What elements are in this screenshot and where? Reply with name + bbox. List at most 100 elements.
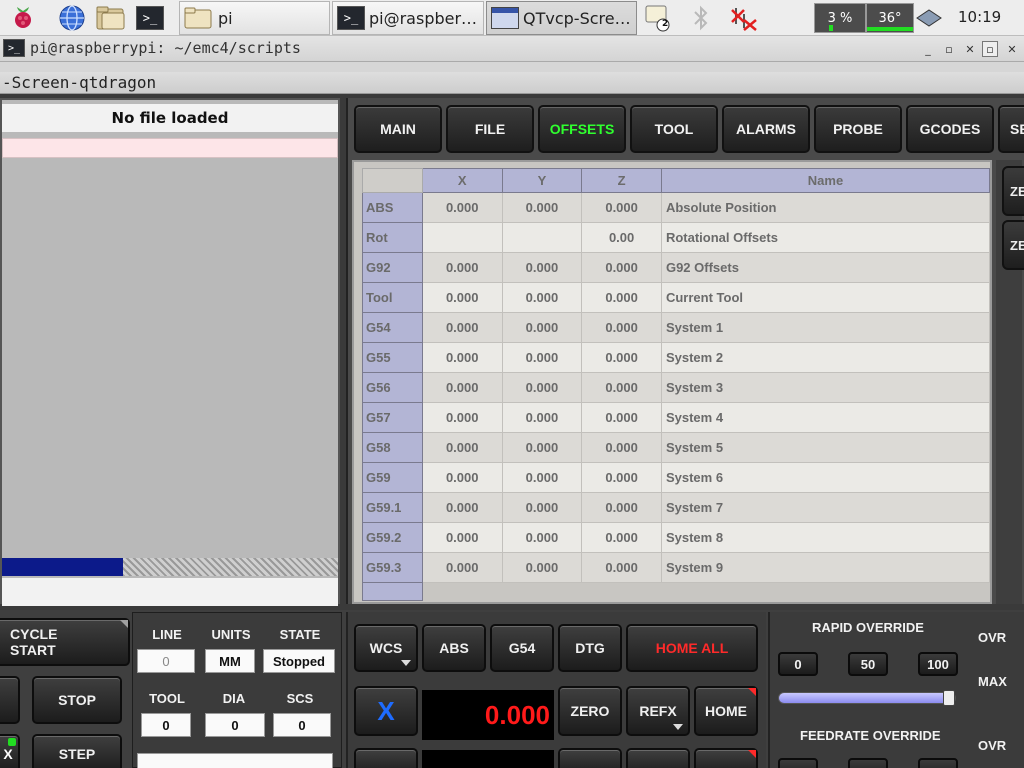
dtg-button[interactable]: DTG	[558, 624, 622, 672]
step-button[interactable]: STEP	[32, 734, 122, 768]
feed-0-button[interactable]	[778, 758, 818, 768]
cell-y[interactable]: 0.000	[502, 342, 583, 373]
browser-globe-icon[interactable]	[57, 3, 87, 33]
home-button[interactable]: HOME	[694, 686, 758, 736]
cell-z[interactable]: 0.000	[581, 372, 662, 403]
tab-offsets[interactable]: OFFSETS	[538, 105, 626, 153]
home-all-button[interactable]: HOME ALL	[626, 624, 758, 672]
tab-se[interactable]: SE	[998, 105, 1024, 153]
cell-x[interactable]: 0.000	[422, 282, 503, 313]
column-header-y[interactable]: Y	[501, 168, 583, 193]
column-header-name[interactable]: Name	[660, 168, 991, 193]
x-partial-button[interactable]: X	[0, 734, 20, 768]
offsets-table[interactable]: X Y Z Name ABS 0.000 0.000 0.000 Absolute Positi…	[362, 168, 991, 601]
close-window-icon[interactable]: ✕	[1004, 41, 1020, 57]
axis-x-button[interactable]: X	[354, 686, 418, 736]
table-row[interactable]: G59.2 0.000 0.000 0.000 System 8	[362, 522, 991, 553]
cell-z[interactable]: 0.000	[581, 522, 662, 553]
cell-y[interactable]: 0.000	[502, 282, 583, 313]
cell-y[interactable]	[502, 222, 583, 253]
zero-button[interactable]: ZERO	[558, 686, 622, 736]
network-disconnected-icon[interactable]	[729, 3, 759, 33]
table-row[interactable]: Rot 0.00 Rotational Offsets	[362, 222, 991, 253]
table-row[interactable]: G56 0.000 0.000 0.000 System 3	[362, 372, 991, 403]
cell-x[interactable]: 0.000	[422, 552, 503, 583]
rapid-100-button[interactable]: 100	[918, 652, 958, 676]
cell-z[interactable]: 0.000	[581, 402, 662, 433]
cell-x[interactable]	[422, 222, 503, 253]
rapid-slider-handle[interactable]	[943, 690, 955, 706]
left-partial-button[interactable]	[0, 676, 20, 724]
tab-probe[interactable]: PROBE	[814, 105, 902, 153]
g54-button[interactable]: G54	[490, 624, 554, 672]
cell-x[interactable]: 0.000	[422, 252, 503, 283]
refy-button[interactable]	[626, 748, 690, 768]
rapid-override-slider[interactable]	[778, 690, 956, 706]
cell-y[interactable]: 0.000	[502, 372, 583, 403]
stop-button[interactable]: STOP	[32, 676, 122, 724]
bluetooth-icon[interactable]	[686, 3, 716, 33]
cell-z[interactable]: 0.000	[581, 552, 662, 583]
zero-side-button-2[interactable]: ZE	[1002, 220, 1024, 270]
rapid-50-button[interactable]: 50	[848, 652, 888, 676]
cell-x[interactable]: 0.000	[422, 372, 503, 403]
table-row[interactable]: G57 0.000 0.000 0.000 System 4	[362, 402, 991, 433]
cell-z[interactable]: 0.000	[581, 312, 662, 343]
table-row[interactable]: G59.3 0.000 0.000 0.000 System 9	[362, 552, 991, 583]
cell-x[interactable]: 0.000	[422, 312, 503, 343]
column-header-z[interactable]: Z	[581, 168, 662, 193]
tab-gcodes[interactable]: GCODES	[906, 105, 994, 153]
gcode-view[interactable]	[2, 160, 338, 556]
tab-alarms[interactable]: ALARMS	[722, 105, 810, 153]
cell-z[interactable]: 0.000	[581, 342, 662, 373]
cycle-start-button[interactable]: CYCLE START	[0, 618, 130, 666]
cell-y[interactable]: 0.000	[502, 522, 583, 553]
restore-window-icon[interactable]: ▫	[982, 41, 998, 57]
cell-y[interactable]: 0.000	[502, 462, 583, 493]
cell-z[interactable]: 0.000	[581, 492, 662, 523]
table-row[interactable]: G59 0.000 0.000 0.000 System 6	[362, 462, 991, 493]
wcs-button[interactable]: WCS	[354, 624, 418, 672]
task-qtvcp[interactable]: QTvcp-Scre…	[486, 1, 637, 35]
cell-x[interactable]: 0.000	[422, 492, 503, 523]
table-row[interactable]: G58 0.000 0.000 0.000 System 5	[362, 432, 991, 463]
restore-icon[interactable]: ▫	[941, 41, 957, 57]
table-row[interactable]: G59.1 0.000 0.000 0.000 System 7	[362, 492, 991, 523]
cell-x[interactable]: 0.000	[422, 432, 503, 463]
cell-z[interactable]: 0.00	[581, 222, 662, 253]
table-row[interactable]: ABS 0.000 0.000 0.000 Absolute Position	[362, 192, 991, 223]
notification-icon[interactable]: 2	[643, 3, 673, 33]
cell-z[interactable]: 0.000	[581, 432, 662, 463]
cell-x[interactable]: 0.000	[422, 192, 503, 223]
zero-side-button-1[interactable]: ZE	[1002, 166, 1024, 216]
cell-y[interactable]: 0.000	[502, 492, 583, 523]
cell-z[interactable]: 0.000	[581, 462, 662, 493]
cell-y[interactable]: 0.000	[502, 252, 583, 283]
close-icon[interactable]: ✕	[962, 41, 978, 57]
feed-100-button[interactable]	[918, 758, 958, 768]
minimize-icon[interactable]: _	[920, 41, 936, 57]
eject-drive-icon[interactable]	[914, 3, 944, 33]
tab-file[interactable]: FILE	[446, 105, 534, 153]
cell-x[interactable]: 0.000	[422, 402, 503, 433]
task-file-manager[interactable]: pi	[179, 1, 330, 35]
raspberry-menu-icon[interactable]	[8, 3, 38, 33]
terminal-launcher-icon[interactable]: >_	[135, 3, 165, 33]
cell-y[interactable]: 0.000	[502, 192, 583, 223]
cell-z[interactable]: 0.000	[581, 192, 662, 223]
tab-tool[interactable]: TOOL	[630, 105, 718, 153]
feed-50-button[interactable]	[848, 758, 888, 768]
table-row[interactable]: G92 0.000 0.000 0.000 G92 Offsets	[362, 252, 991, 283]
table-row[interactable]: G55 0.000 0.000 0.000 System 2	[362, 342, 991, 373]
cell-z[interactable]: 0.000	[581, 252, 662, 283]
file-manager-icon[interactable]	[96, 3, 126, 33]
rapid-0-button[interactable]: 0	[778, 652, 818, 676]
task-terminal[interactable]: >_ pi@raspber…	[332, 1, 484, 35]
cell-x[interactable]: 0.000	[422, 342, 503, 373]
home-y-button[interactable]	[694, 748, 758, 768]
cell-y[interactable]: 0.000	[502, 402, 583, 433]
tab-main[interactable]: MAIN	[354, 105, 442, 153]
table-row[interactable]: Tool 0.000 0.000 0.000 Current Tool	[362, 282, 991, 313]
cell-z[interactable]: 0.000	[581, 282, 662, 313]
table-row[interactable]: G54 0.000 0.000 0.000 System 1	[362, 312, 991, 343]
